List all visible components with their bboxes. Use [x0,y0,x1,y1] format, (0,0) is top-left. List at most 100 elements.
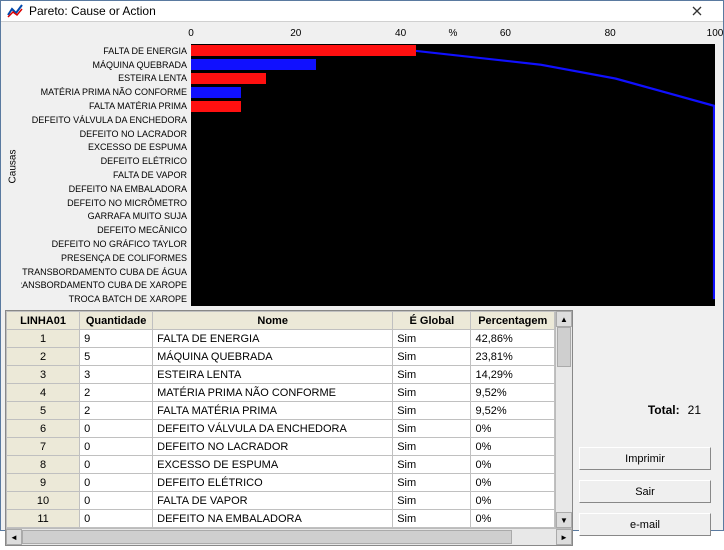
category-label: TRANSBORDAMENTO CUBA DE ÁGUA [21,265,191,279]
table-row[interactable]: 80EXCESSO DE ESPUMASim0% [7,456,555,474]
cell-nome: ESTEIRA LENTA [153,366,393,384]
scroll-thumb-v[interactable] [557,327,571,367]
col-header[interactable]: LINHA01 [7,312,80,330]
scroll-left-button[interactable]: ◄ [6,529,22,545]
bar-row [191,182,715,196]
bar-row [191,237,715,251]
print-button[interactable]: Imprimir [579,447,711,470]
data-grid[interactable]: LINHA01 Quantidade Nome É Global Percent… [5,310,573,546]
bar-row [191,44,715,58]
bar [191,73,266,84]
bar-row [191,113,715,127]
cell-index: 2 [7,348,80,366]
table-row[interactable]: 19FALTA DE ENERGIASim42,86% [7,330,555,348]
cell-index: 7 [7,438,80,456]
table-row[interactable]: 52FALTA MATÉRIA PRIMASim9,52% [7,402,555,420]
bar-row [191,292,715,306]
table-row[interactable]: 100FALTA DE VAPORSim0% [7,492,555,510]
category-label: DEFEITO NO GRÁFICO TAYLOR [21,237,191,251]
total-display: Total: 21 [579,403,711,417]
cell-percent: 14,29% [471,366,555,384]
bar-row [191,58,715,72]
data-table: LINHA01 Quantidade Nome É Global Percent… [6,311,555,528]
table-row[interactable]: 70DEFEITO NO LACRADORSim0% [7,438,555,456]
col-header[interactable]: Percentagem [471,312,555,330]
bar-row [191,251,715,265]
cell-percent: 9,52% [471,384,555,402]
email-button[interactable]: e-mail [579,513,711,536]
table-row[interactable]: 110DEFEITO NA EMBALADORASim0% [7,510,555,528]
content: Causas 0 20 40 % 60 80 100 FALTA DE ENER… [1,22,723,550]
bar [191,87,241,98]
table-row[interactable]: 60DEFEITO VÁLVULA DA ENCHEDORASim0% [7,420,555,438]
category-label: DEFEITO NO LACRADOR [21,127,191,141]
bar-row [191,141,715,155]
category-label: DEFEITO NA EMBALADORA [21,182,191,196]
cell-quantidade: 3 [80,366,153,384]
cell-global: Sim [393,402,471,420]
cell-percent: 0% [471,456,555,474]
bar [191,59,316,70]
cell-global: Sim [393,456,471,474]
cell-index: 6 [7,420,80,438]
cell-quantidade: 0 [80,474,153,492]
cell-nome: EXCESSO DE ESPUMA [153,456,393,474]
bar [191,101,241,112]
pareto-window: Pareto: Cause or Action Causas 0 20 40 %… [0,0,724,531]
table-row[interactable]: 42MATÉRIA PRIMA NÃO CONFORMESim9,52% [7,384,555,402]
close-button[interactable] [677,1,717,21]
cell-nome: MÁQUINA QUEBRADA [153,348,393,366]
cell-nome: DEFEITO NO LACRADOR [153,438,393,456]
cell-nome: DEFEITO VÁLVULA DA ENCHEDORA [153,420,393,438]
window-title: Pareto: Cause or Action [29,4,677,18]
bar [191,45,416,56]
table-row[interactable]: 25MÁQUINA QUEBRADASim23,81% [7,348,555,366]
cell-global: Sim [393,420,471,438]
bar-row [191,196,715,210]
category-label: DEFEITO MECÂNICO [21,223,191,237]
bar-row [191,168,715,182]
bar-row [191,210,715,224]
cell-index: 4 [7,384,80,402]
category-label: FALTA DE VAPOR [21,168,191,182]
scroll-up-button[interactable]: ▲ [556,311,572,327]
scroll-thumb-h[interactable] [22,530,512,544]
cell-percent: 0% [471,438,555,456]
cell-nome: DEFEITO ELÉTRICO [153,474,393,492]
app-icon [7,3,23,19]
cell-nome: FALTA DE ENERGIA [153,330,393,348]
bar-row [191,223,715,237]
cell-quantidade: 0 [80,420,153,438]
cell-index: 9 [7,474,80,492]
cell-global: Sim [393,384,471,402]
side-panel: Total: 21 Imprimir Sair e-mail [579,310,719,546]
y-axis-label: Causas [5,26,21,306]
cell-quantidade: 0 [80,492,153,510]
category-label: DEFEITO NO MICRÔMETRO [21,196,191,210]
cell-global: Sim [393,366,471,384]
cell-nome: FALTA DE VAPOR [153,492,393,510]
total-value: 21 [688,403,701,417]
cell-percent: 0% [471,492,555,510]
exit-button[interactable]: Sair [579,480,711,503]
category-label: TRANSBORDAMENTO CUBA DE XAROPE [21,279,191,293]
col-header[interactable]: É Global [393,312,471,330]
table-row[interactable]: 33ESTEIRA LENTASim14,29% [7,366,555,384]
chart-area: Causas 0 20 40 % 60 80 100 FALTA DE ENER… [5,26,719,306]
bar-row [191,72,715,86]
cell-percent: 0% [471,420,555,438]
x-axis: 0 20 40 % 60 80 100 [191,26,715,44]
table-row[interactable]: 90DEFEITO ELÉTRICOSim0% [7,474,555,492]
col-header[interactable]: Nome [153,312,393,330]
cell-index: 5 [7,402,80,420]
col-header[interactable]: Quantidade [80,312,153,330]
vertical-scrollbar[interactable]: ▲ ▼ [555,311,572,528]
category-label: EXCESSO DE ESPUMA [21,141,191,155]
scroll-down-button[interactable]: ▼ [556,512,572,528]
cell-percent: 42,86% [471,330,555,348]
cell-nome: DEFEITO NA EMBALADORA [153,510,393,528]
total-label: Total: [648,403,680,417]
bar-row [191,265,715,279]
cell-quantidade: 0 [80,510,153,528]
scroll-right-button[interactable]: ► [556,529,572,545]
